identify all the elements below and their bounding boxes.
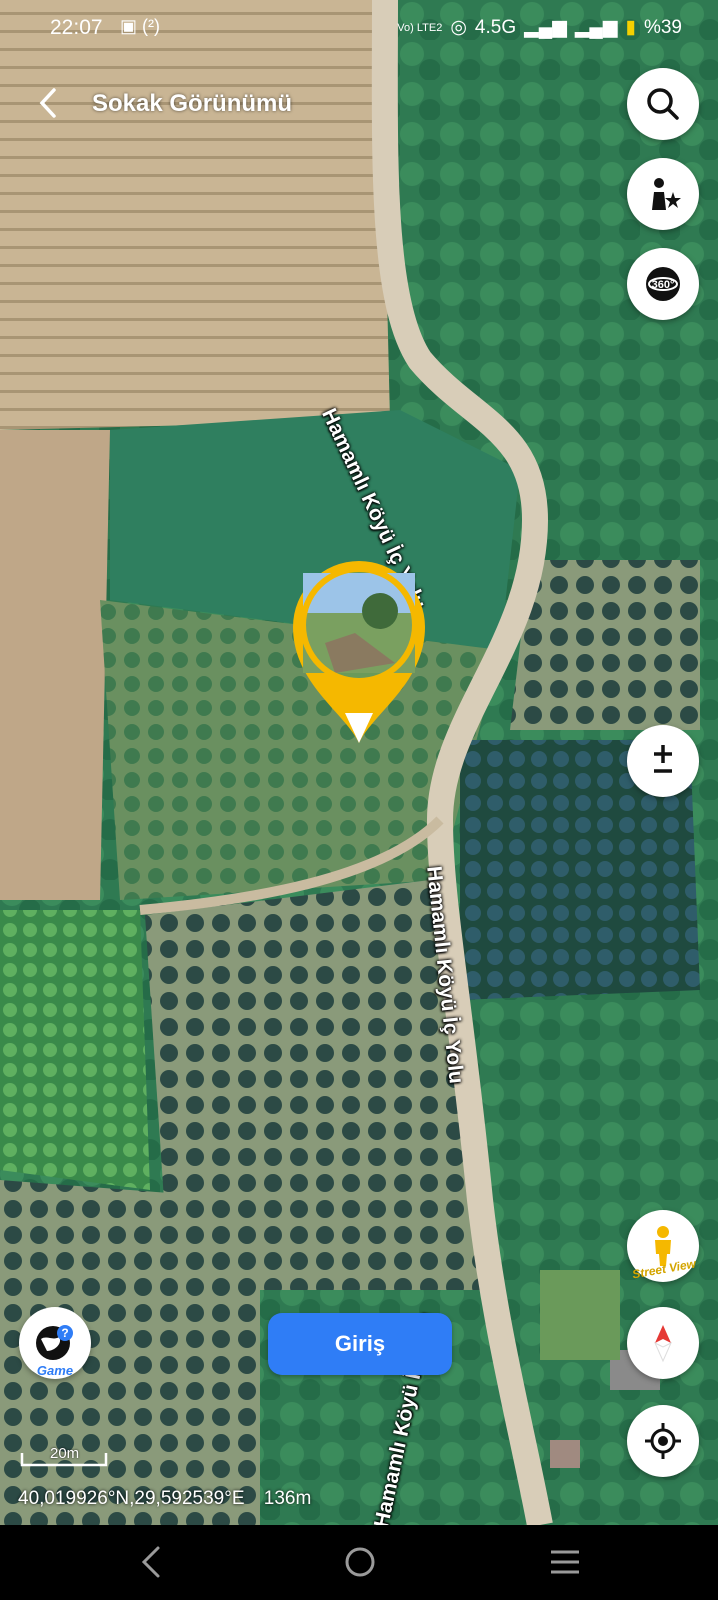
panorama-360-icon: 360°	[646, 267, 680, 301]
notification-icons: ▣ (²)	[120, 16, 160, 36]
zoom-button[interactable]	[627, 725, 699, 797]
status-bar: 22:07 ▣ (²) Vo) LTE2 ◎ 4.5G ▂▄▆ ▂▄▆ ▮ %3…	[0, 0, 718, 58]
map-scale: 20m	[20, 1445, 110, 1474]
back-button[interactable]	[32, 84, 66, 122]
battery-percent: %39	[643, 16, 682, 38]
compass-icon	[653, 1325, 673, 1363]
system-nav-bar	[0, 1525, 718, 1600]
panorama-360-button[interactable]: 360°	[627, 248, 699, 320]
satellite-map[interactable]: Hamamlı Köyü İç Yolu Hamamlı Köyü İç Yol…	[0, 0, 718, 1525]
svg-text:?: ?	[61, 1326, 68, 1340]
person-star-icon	[652, 178, 681, 210]
network-type: 4.5G	[474, 16, 517, 38]
volte-indicator: Vo) LTE2	[397, 21, 443, 34]
search-icon	[647, 88, 679, 120]
nav-home-icon[interactable]	[340, 1542, 380, 1582]
crosshair-icon	[645, 1423, 681, 1459]
signal-icon-2: ▂▄▆	[574, 17, 618, 38]
compass-button[interactable]	[627, 1307, 699, 1379]
street-view-pin[interactable]	[285, 553, 433, 753]
satellite-imagery	[0, 0, 718, 1525]
plus-minus-icon	[654, 745, 672, 773]
game-label: Game	[36, 1363, 74, 1378]
game-button[interactable]: ? Game	[19, 1307, 91, 1379]
clock: 22:07	[50, 16, 103, 39]
chevron-left-icon	[39, 88, 56, 118]
coordinates-readout: 40,019926°N,29,592539°E 136m	[18, 1488, 311, 1510]
street-view-button[interactable]: Street View	[627, 1210, 699, 1282]
svg-text:360°: 360°	[652, 279, 675, 291]
globe-question-icon: ?	[36, 1325, 73, 1360]
battery-icon: ▮	[625, 17, 636, 38]
enter-button[interactable]: Giriş	[268, 1313, 452, 1375]
page-title: Sokak Görünümü	[92, 90, 293, 117]
header: Sokak Görünümü	[0, 80, 718, 130]
signal-icon: ▂▄▆	[524, 17, 567, 38]
my-location-button[interactable]	[627, 1405, 699, 1477]
scale-label: 20m	[50, 1445, 80, 1462]
coordinates: 40,019926°N,29,592539°E	[18, 1488, 245, 1509]
search-button[interactable]	[627, 68, 699, 140]
wifi-icon: ◎	[450, 17, 467, 38]
nav-back-icon[interactable]	[132, 1542, 172, 1582]
nav-menu-icon[interactable]	[545, 1542, 585, 1582]
altitude: 136m	[263, 1488, 312, 1509]
favorite-people-button[interactable]	[627, 158, 699, 230]
